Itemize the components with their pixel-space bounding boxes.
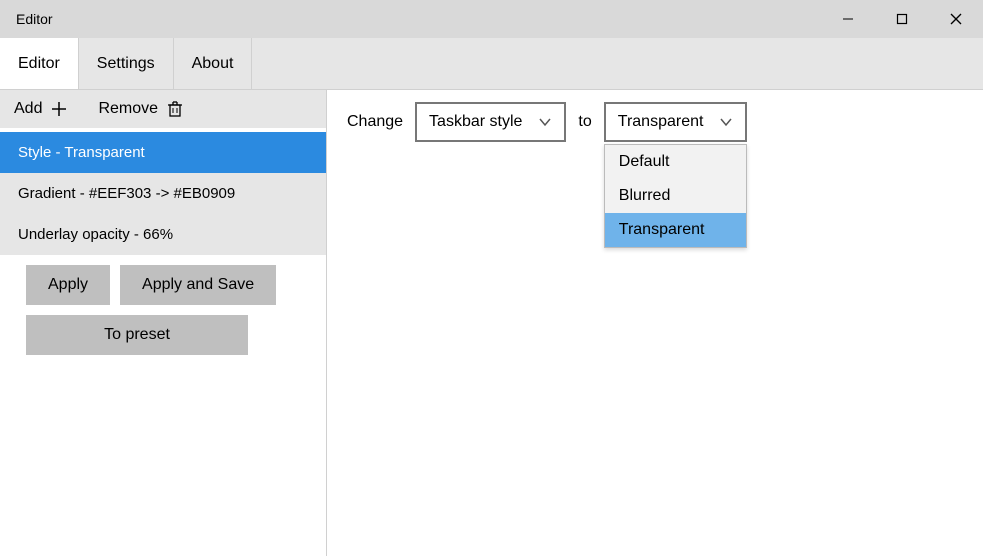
titlebar: Editor xyxy=(0,0,983,38)
value-select-value: Transparent xyxy=(618,113,704,131)
property-select[interactable]: Taskbar style xyxy=(415,102,566,142)
to-label: to xyxy=(578,113,591,131)
action-buttons: Apply Apply and Save To preset xyxy=(0,255,326,365)
dropdown-item[interactable]: Transparent xyxy=(605,213,747,247)
change-row: Change Taskbar style to Transparent Defa… xyxy=(347,102,963,142)
left-panel: Add Remove Style - Transparent Gradient … xyxy=(0,90,327,556)
window-title: Editor xyxy=(16,11,53,27)
tab-editor[interactable]: Editor xyxy=(0,38,79,89)
change-label: Change xyxy=(347,113,403,131)
list-item[interactable]: Underlay opacity - 66% xyxy=(0,214,326,255)
value-dropdown: Default Blurred Transparent xyxy=(604,144,748,248)
maximize-icon xyxy=(896,13,908,25)
list-item[interactable]: Style - Transparent xyxy=(0,132,326,173)
to-preset-button[interactable]: To preset xyxy=(26,315,248,355)
right-panel: Change Taskbar style to Transparent Defa… xyxy=(327,90,983,556)
chevron-down-icon xyxy=(719,115,733,129)
left-toolbar: Add Remove xyxy=(0,90,326,132)
tab-about[interactable]: About xyxy=(174,38,253,89)
apply-and-save-button[interactable]: Apply and Save xyxy=(120,265,276,305)
rule-list: Style - Transparent Gradient - #EEF303 -… xyxy=(0,132,326,255)
plus-icon xyxy=(50,100,68,118)
remove-label: Remove xyxy=(98,100,158,118)
chevron-down-icon xyxy=(538,115,552,129)
value-select[interactable]: Transparent Default Blurred Transparent xyxy=(604,102,748,142)
add-button[interactable]: Add xyxy=(14,100,68,118)
list-item[interactable]: Gradient - #EEF303 -> #EB0909 xyxy=(0,173,326,214)
dropdown-item[interactable]: Default xyxy=(605,145,747,179)
minimize-button[interactable] xyxy=(821,0,875,38)
minimize-icon xyxy=(842,13,854,25)
dropdown-item[interactable]: Blurred xyxy=(605,179,747,213)
add-label: Add xyxy=(14,100,42,118)
tabbar: Editor Settings About xyxy=(0,38,983,90)
property-select-value: Taskbar style xyxy=(429,113,522,131)
maximize-button[interactable] xyxy=(875,0,929,38)
close-button[interactable] xyxy=(929,0,983,38)
remove-button[interactable]: Remove xyxy=(98,100,184,118)
trash-icon xyxy=(166,100,184,118)
window-controls xyxy=(821,0,983,38)
tab-settings[interactable]: Settings xyxy=(79,38,174,89)
apply-button[interactable]: Apply xyxy=(26,265,110,305)
body: Add Remove Style - Transparent Gradient … xyxy=(0,90,983,556)
close-icon xyxy=(950,13,962,25)
